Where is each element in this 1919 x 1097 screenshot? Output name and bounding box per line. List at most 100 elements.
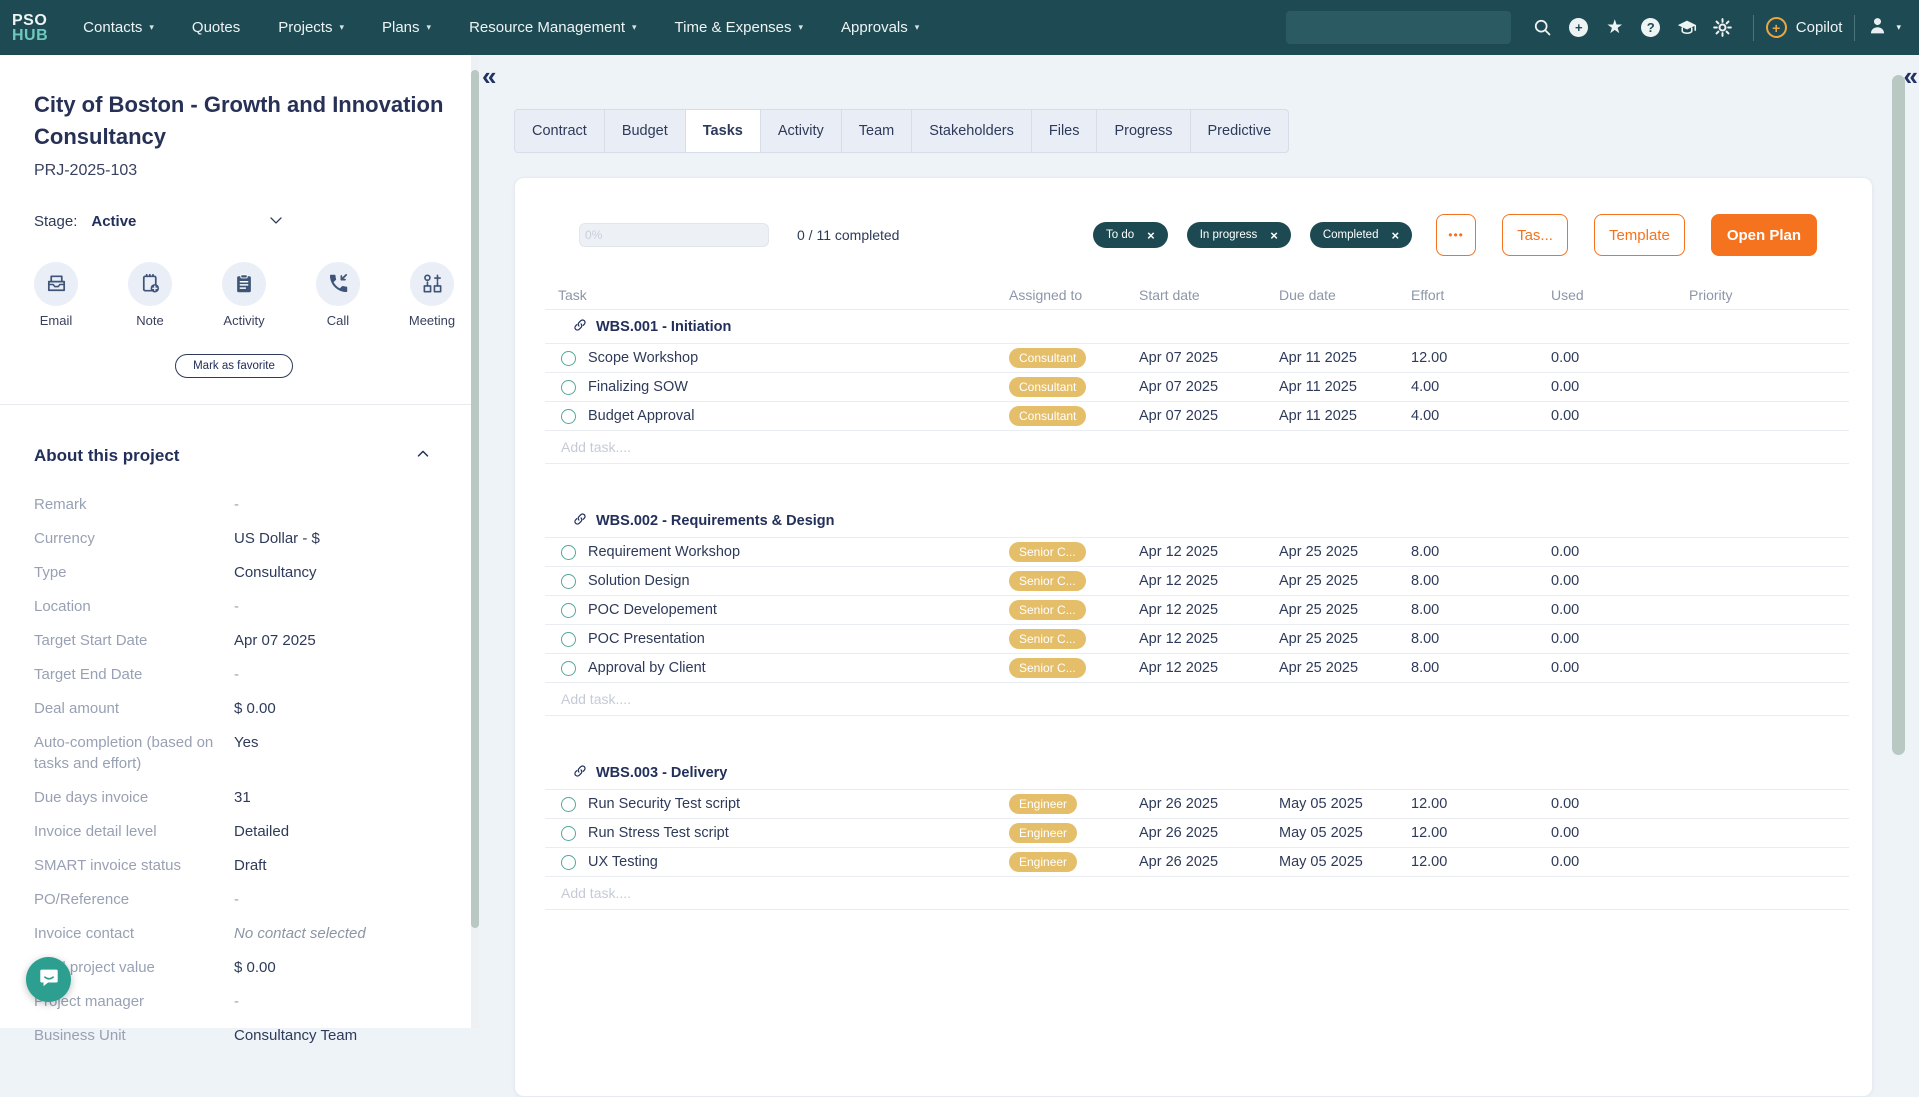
task-status-circle[interactable] [561, 632, 576, 647]
task-row[interactable]: Run Security Test scriptEngineerApr 26 2… [545, 790, 1849, 819]
filter-chip-label: To do [1106, 229, 1134, 241]
add-task-row[interactable]: Add task.... [545, 431, 1849, 464]
task-status-circle[interactable] [561, 826, 576, 841]
assignee-badge[interactable]: Engineer [1009, 852, 1077, 872]
task-row[interactable]: Run Stress Test scriptEngineerApr 26 202… [545, 819, 1849, 848]
copilot-button[interactable]: + Copilot [1766, 17, 1843, 38]
used-cell: 0.00 [1551, 854, 1689, 870]
assignee-badge[interactable]: Engineer [1009, 794, 1077, 814]
tab-budget[interactable]: Budget [605, 110, 686, 152]
task-row[interactable]: Approval by ClientSenior C...Apr 12 2025… [545, 654, 1849, 683]
main-scrollbar[interactable] [1892, 75, 1905, 755]
assignee-badge[interactable]: Engineer [1009, 823, 1077, 843]
task-row[interactable]: Budget ApprovalConsultantApr 07 2025Apr … [545, 402, 1849, 431]
close-icon[interactable]: × [1270, 229, 1278, 242]
nav-item-projects[interactable]: Projects▾ [259, 0, 363, 55]
tab-team[interactable]: Team [842, 110, 912, 152]
task-status-circle[interactable] [561, 351, 576, 366]
add-icon[interactable]: + [1561, 10, 1597, 46]
assignee-badge[interactable]: Senior C... [1009, 658, 1086, 678]
tab-predictive[interactable]: Predictive [1191, 110, 1289, 152]
about-field-row: Location- [34, 596, 448, 617]
close-icon[interactable]: × [1147, 229, 1155, 242]
collapse-about-button[interactable] [414, 445, 432, 468]
collapse-right-panel-icon[interactable]: « [1904, 63, 1918, 89]
psohub-logo[interactable]: PSO HUB [12, 13, 48, 43]
assignee-badge[interactable]: Senior C... [1009, 629, 1086, 649]
filter-chip-in-progress[interactable]: In progress× [1187, 222, 1291, 248]
main-content: « « ContractBudgetTasksActivityTeamStake… [479, 55, 1919, 1028]
task-row[interactable]: POC DevelopementSenior C...Apr 12 2025Ap… [545, 596, 1849, 625]
task-status-circle[interactable] [561, 855, 576, 870]
task-status-circle[interactable] [561, 797, 576, 812]
action-meeting[interactable]: Meeting [410, 262, 454, 328]
task-row[interactable]: UX TestingEngineerApr 26 2025May 05 2025… [545, 848, 1849, 877]
open-plan-button[interactable]: Open Plan [1711, 214, 1817, 256]
add-task-row[interactable]: Add task.... [545, 683, 1849, 716]
task-row[interactable]: Requirement WorkshopSenior C...Apr 12 20… [545, 538, 1849, 567]
nav-item-plans[interactable]: Plans▾ [363, 0, 450, 55]
assignee-cell: Consultant [1009, 348, 1139, 368]
task-status-circle[interactable] [561, 574, 576, 589]
effort-cell: 4.00 [1411, 408, 1551, 424]
nav-item-time-expenses[interactable]: Time & Expenses▾ [656, 0, 823, 55]
about-field-row: Auto-completion (based on tasks and effo… [34, 732, 448, 774]
tab-stakeholders[interactable]: Stakeholders [912, 110, 1032, 152]
field-value: Yes [234, 732, 258, 774]
action-call[interactable]: Call [316, 262, 360, 328]
mark-as-favorite-button[interactable]: Mark as favorite [175, 354, 293, 378]
section-header: WBS.001 - Initiation [545, 310, 1849, 344]
settings-icon[interactable] [1705, 10, 1741, 46]
chat-widget-button[interactable] [26, 957, 71, 1002]
tab-contract[interactable]: Contract [515, 110, 605, 152]
task-status-circle[interactable] [561, 380, 576, 395]
filter-chip-completed[interactable]: Completed× [1310, 222, 1412, 248]
search-icon[interactable] [1525, 10, 1561, 46]
nav-item-quotes[interactable]: Quotes [173, 0, 259, 55]
template-button[interactable]: Template [1594, 214, 1685, 256]
due-date-cell: May 05 2025 [1279, 796, 1411, 812]
task-row[interactable]: POC PresentationSenior C...Apr 12 2025Ap… [545, 625, 1849, 654]
task-row[interactable]: Solution DesignSenior C...Apr 12 2025Apr… [545, 567, 1849, 596]
task-status-circle[interactable] [561, 409, 576, 424]
favorites-icon[interactable]: ★ [1597, 10, 1633, 46]
more-options-button[interactable]: ••• [1436, 214, 1476, 256]
left-panel-scrollbar[interactable] [471, 55, 479, 1028]
assignee-badge[interactable]: Consultant [1009, 348, 1086, 368]
tab-files[interactable]: Files [1032, 110, 1098, 152]
user-menu[interactable]: ▾ [1867, 15, 1901, 41]
assignee-badge[interactable]: Consultant [1009, 377, 1086, 397]
stage-dropdown[interactable] [266, 210, 286, 234]
nav-item-resource-management[interactable]: Resource Management▾ [450, 0, 655, 55]
assignee-badge[interactable]: Senior C... [1009, 542, 1086, 562]
note-icon [128, 262, 172, 306]
action-note[interactable]: Note [128, 262, 172, 328]
action-email[interactable]: Email [34, 262, 78, 328]
task-row[interactable]: Scope WorkshopConsultantApr 07 2025Apr 1… [545, 344, 1849, 373]
about-field-row: Invoice contactNo contact selected [34, 923, 448, 944]
action-activity[interactable]: Activity [222, 262, 266, 328]
task-status-circle[interactable] [561, 545, 576, 560]
assignee-badge[interactable]: Senior C... [1009, 600, 1086, 620]
task-row[interactable]: Finalizing SOWConsultantApr 07 2025Apr 1… [545, 373, 1849, 402]
task-status-circle[interactable] [561, 661, 576, 676]
field-value: 31 [234, 787, 251, 808]
tab-activity[interactable]: Activity [761, 110, 842, 152]
help-icon[interactable]: ? [1633, 10, 1669, 46]
close-icon[interactable]: × [1391, 229, 1399, 242]
task-status-circle[interactable] [561, 603, 576, 618]
collapse-left-panel-icon[interactable]: « [482, 63, 496, 89]
tab-progress[interactable]: Progress [1097, 110, 1190, 152]
academy-icon[interactable] [1669, 10, 1705, 46]
global-search-input[interactable] [1286, 11, 1511, 44]
assignee-badge[interactable]: Senior C... [1009, 571, 1086, 591]
tab-tasks[interactable]: Tasks [686, 110, 761, 152]
nav-item-approvals[interactable]: Approvals▾ [822, 0, 938, 55]
nav-item-contacts[interactable]: Contacts▾ [64, 0, 173, 55]
tasks-button[interactable]: Tas... [1502, 214, 1568, 256]
filter-chip-to-do[interactable]: To do × [1093, 222, 1168, 248]
task-name: Approval by Client [588, 660, 706, 676]
add-task-row[interactable]: Add task.... [545, 877, 1849, 910]
top-navbar: PSO HUB Contacts▾QuotesProjects▾Plans▾Re… [0, 0, 1919, 55]
assignee-badge[interactable]: Consultant [1009, 406, 1086, 426]
